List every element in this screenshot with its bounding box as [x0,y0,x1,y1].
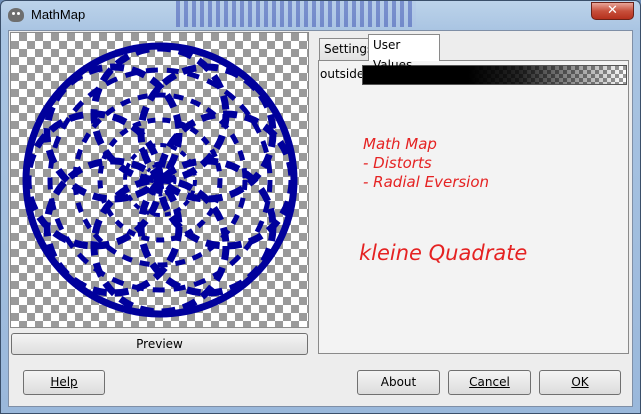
title-bar[interactable]: MathMap ✕ [1,1,640,29]
gimp-icon [8,8,24,22]
title-bar-background [176,1,416,27]
tab-user-values[interactable]: User Values [368,34,440,72]
annotation-line-2: - Distorts [363,154,432,172]
annotation-line-3: - Radial Eversion [363,173,490,191]
help-button-label: Help [50,375,78,389]
mathmap-window: MathMap ✕ Preview Settings User Values o… [0,0,641,414]
dialog-content: Preview Settings User Values outside Mat… [8,30,633,407]
help-button[interactable]: Help [23,370,105,395]
annotation-title: kleine Quadrate [359,241,528,265]
radial-eversion-pattern [22,42,298,318]
window-title: MathMap [31,7,86,22]
cancel-button-label: Cancel [469,375,510,389]
ok-button-label: OK [571,375,589,389]
outside-label: outside [320,67,365,81]
preview-button[interactable]: Preview [11,333,308,355]
cancel-button[interactable]: Cancel [448,370,531,395]
preview-image [10,32,309,328]
annotation-line-1: Math Map [363,135,437,153]
close-button[interactable]: ✕ [591,2,634,20]
about-button[interactable]: About [357,370,440,395]
tab-settings[interactable]: Settings [319,38,373,60]
ok-button[interactable]: OK [539,370,621,395]
user-values-panel: outside [318,60,629,354]
